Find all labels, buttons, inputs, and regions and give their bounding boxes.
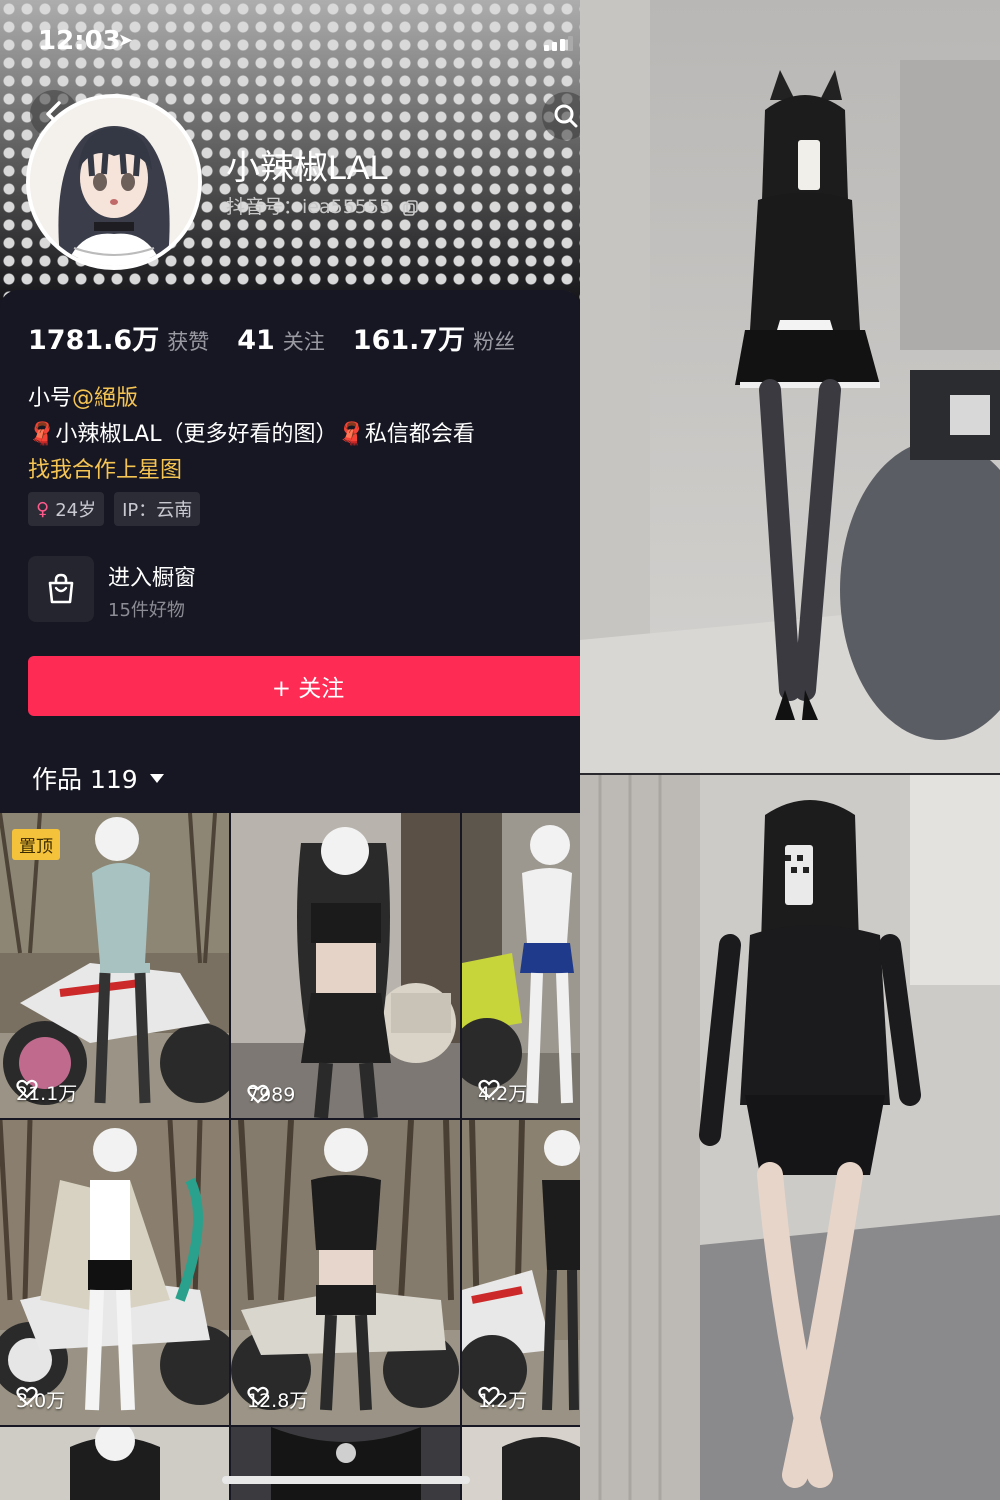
- bio-line-1: 小号@絕版: [28, 380, 138, 412]
- video-thumbnail[interactable]: 4.2万: [462, 813, 580, 1118]
- video-thumbnail[interactable]: 1.2万: [462, 1120, 580, 1425]
- avatar[interactable]: [26, 94, 202, 270]
- photo-bottom: [580, 775, 1000, 1500]
- ip-text: IP：云南: [122, 500, 193, 521]
- profile-info-card: [0, 290, 580, 815]
- works-tab[interactable]: 作品 119: [32, 760, 164, 796]
- avatar-illustration: [30, 98, 198, 266]
- age-text: 24岁: [55, 500, 97, 521]
- video-thumbnail[interactable]: 3.0万: [0, 1120, 229, 1425]
- search-icon: [554, 104, 578, 128]
- heart-icon: [247, 1386, 269, 1406]
- copy-icon[interactable]: [403, 199, 419, 216]
- heart-icon: [16, 1079, 38, 1099]
- status-time: 12:03: [38, 26, 121, 56]
- video-thumbnail-image: [462, 1120, 580, 1425]
- video-thumbnail[interactable]: 12.8万: [231, 1120, 460, 1425]
- following-count[interactable]: 41: [237, 325, 275, 356]
- video-thumbnail[interactable]: [231, 1427, 460, 1500]
- video-likes: 12.8万: [247, 1386, 308, 1413]
- video-thumbnail[interactable]: [0, 1427, 229, 1500]
- douyin-id: 抖音号：iea55555: [226, 192, 419, 219]
- photo-top-image: [580, 0, 1000, 773]
- photo-bottom-image: [580, 775, 1000, 1500]
- bio-mention-link[interactable]: @絕版: [72, 386, 138, 411]
- bio-line-3: 找我合作上星图: [28, 458, 183, 483]
- video-thumbnail-image: [0, 1120, 229, 1425]
- shopping-bag-icon: [28, 556, 94, 622]
- shop-title: 进入橱窗: [108, 566, 197, 591]
- bio-line-2: 🧣小辣椒LAL（更多好看的图）🧣私信都会看: [28, 422, 475, 447]
- likes-label: 获赞: [167, 330, 210, 354]
- video-thumbnail-image: [0, 1427, 229, 1500]
- video-likes: 3.0万: [16, 1386, 65, 1413]
- video-grid: 置顶 21.1万 7989 4.2万 3.0万 12.8万 1.2万: [0, 813, 580, 1500]
- location-arrow-icon: ➤: [118, 30, 134, 51]
- chevron-down-icon: [149, 773, 164, 783]
- heart-icon: [478, 1386, 500, 1406]
- signal-icon: [544, 36, 573, 51]
- video-thumbnail[interactable]: 7989: [231, 813, 460, 1118]
- bio-prefix: 小号: [28, 386, 73, 411]
- pinned-badge: 置顶: [12, 829, 60, 860]
- douyin-id-text: 抖音号：iea55555: [226, 196, 392, 218]
- video-likes: 7989: [247, 1084, 295, 1106]
- video-thumbnail[interactable]: [462, 1427, 580, 1500]
- shop-subtitle: 15件好物: [108, 600, 185, 621]
- followers-count[interactable]: 161.7万: [353, 318, 465, 357]
- video-likes: 1.2万: [478, 1386, 527, 1413]
- video-likes: 21.1万: [16, 1079, 77, 1106]
- photo-top: [580, 0, 1000, 773]
- followers-label[interactable]: 粉丝: [473, 326, 515, 356]
- female-icon: ♀: [36, 498, 50, 520]
- home-indicator[interactable]: [222, 1476, 470, 1484]
- video-thumbnail[interactable]: 置顶 21.1万: [0, 813, 229, 1118]
- profile-screen: 12:03 ➤ 小辣椒LAL 抖音号：iea55555 1781.6万 获赞 4…: [0, 0, 580, 1500]
- heart-icon: [247, 1084, 269, 1104]
- profile-tags: ♀ 24岁 IP：云南: [28, 492, 201, 526]
- heart-icon: [478, 1079, 500, 1099]
- video-thumbnail-image: [231, 1120, 460, 1425]
- follow-button[interactable]: + 关注: [28, 656, 580, 716]
- video-thumbnail-image: [462, 1427, 580, 1500]
- works-tab-label: 作品 119: [32, 765, 138, 794]
- shop-window-entry[interactable]: 进入橱窗 15件好物: [28, 556, 548, 626]
- profile-nickname: 小辣椒LAL: [226, 149, 389, 187]
- likes-count: 1781.6万: [28, 325, 160, 356]
- video-thumbnail-image: [231, 813, 460, 1118]
- following-label[interactable]: 关注: [283, 326, 325, 356]
- video-thumbnail-image: [231, 1427, 460, 1500]
- heart-icon: [16, 1386, 38, 1406]
- video-likes: 4.2万: [478, 1079, 527, 1106]
- profile-stats: 1781.6万 获赞 41 关注 161.7万 粉丝: [28, 318, 543, 357]
- ip-location-tag: IP：云南: [114, 492, 201, 526]
- age-tag: ♀ 24岁: [28, 492, 105, 526]
- video-thumbnail-image: [462, 813, 580, 1118]
